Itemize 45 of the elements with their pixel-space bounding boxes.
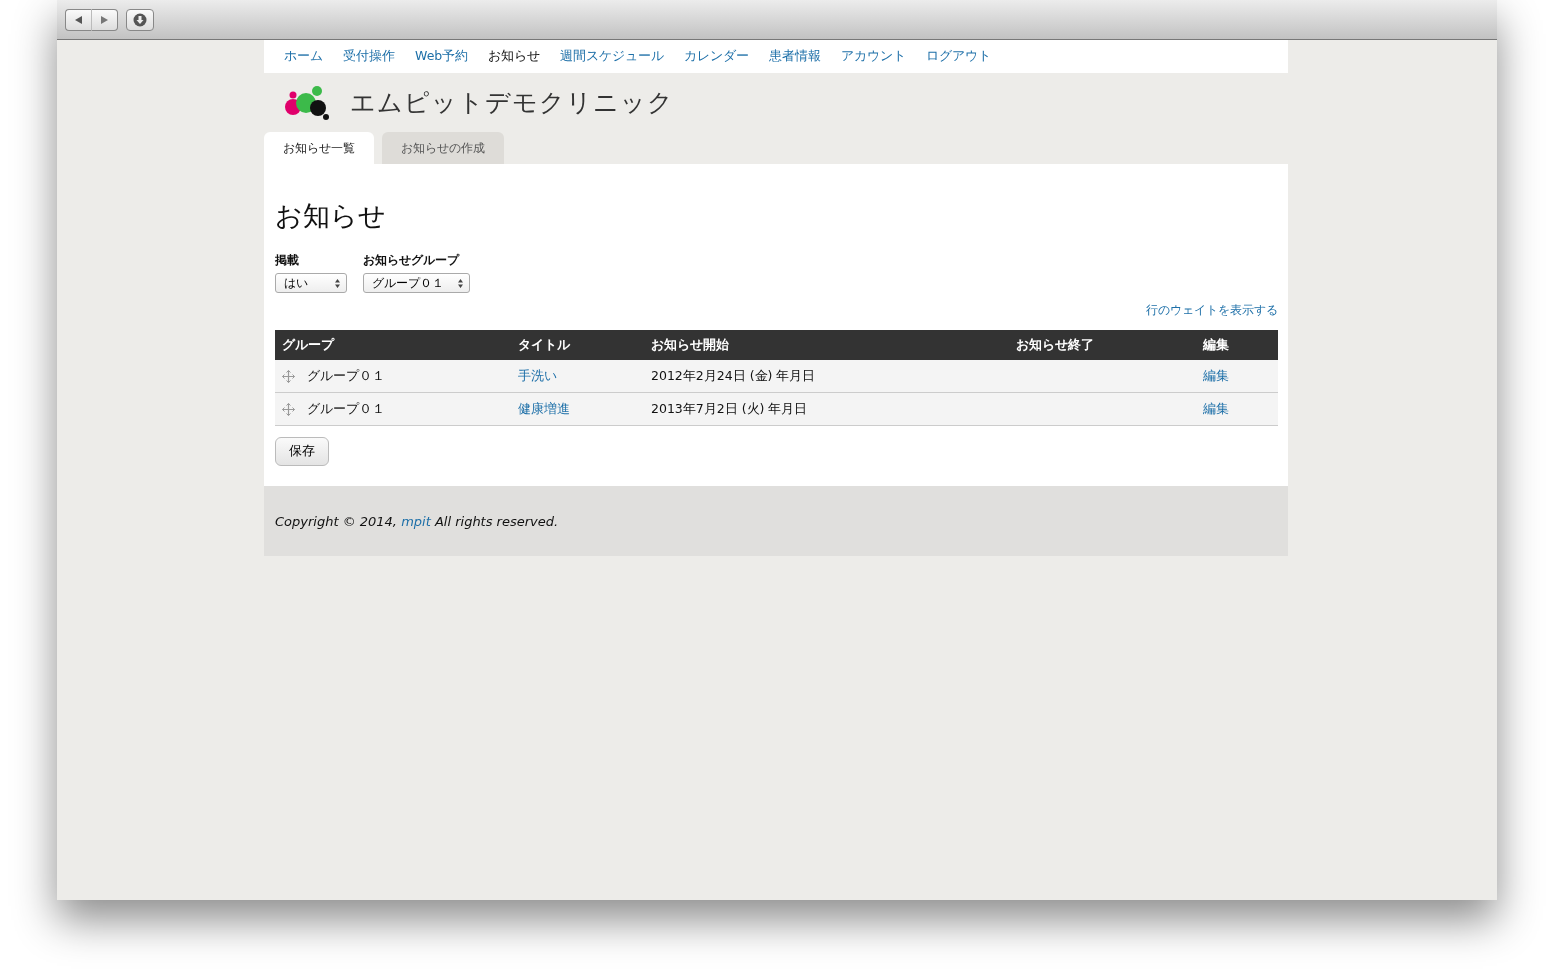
tab[interactable]: お知らせの作成 bbox=[382, 132, 504, 164]
logo-icon bbox=[284, 84, 332, 121]
nav-link[interactable]: 患者情報 bbox=[769, 48, 822, 65]
nav-link[interactable]: お知らせ bbox=[488, 48, 541, 65]
filter-label: 掲載 bbox=[275, 252, 300, 269]
nav-link[interactable]: カレンダー bbox=[684, 48, 750, 65]
edit-link[interactable]: 編集 bbox=[1203, 367, 1229, 383]
save-button[interactable]: 保存 bbox=[275, 437, 329, 466]
nav-link[interactable]: ログアウト bbox=[926, 48, 992, 65]
show-row-weights-link[interactable]: 行のウェイトを表示する bbox=[1146, 303, 1278, 318]
title-link[interactable]: 手洗い bbox=[518, 367, 557, 383]
page-heading: お知らせ bbox=[275, 199, 387, 233]
nav-link[interactable]: Web予約 bbox=[415, 48, 469, 65]
nav-link[interactable]: 週間スケジュール bbox=[560, 48, 665, 65]
column-header: 編集 bbox=[1203, 336, 1229, 352]
table-cell: 2012年2月24日 (金) 年月日 bbox=[651, 367, 816, 383]
table-cell: グループ０１ bbox=[307, 367, 385, 385]
forward-arrow-icon bbox=[101, 15, 108, 24]
column-header: お知らせ開始 bbox=[651, 336, 729, 352]
drag-handle-icon[interactable] bbox=[282, 402, 295, 416]
table-cell: 2013年7月2日 (火) 年月日 bbox=[651, 400, 808, 416]
nav-link[interactable]: 受付操作 bbox=[343, 48, 395, 65]
filter-dropdown[interactable]: はい bbox=[275, 273, 347, 293]
column-header: グループ bbox=[282, 336, 334, 352]
edit-link[interactable]: 編集 bbox=[1203, 400, 1229, 416]
site-name: エムピットデモクリニック bbox=[350, 87, 674, 119]
tab[interactable]: お知らせ一覧 bbox=[264, 132, 374, 164]
nav-link[interactable]: アカウント bbox=[841, 48, 907, 65]
download-button[interactable] bbox=[126, 8, 154, 31]
back-arrow-icon bbox=[75, 15, 82, 24]
updown-caret-icon bbox=[458, 278, 463, 288]
column-header: タイトル bbox=[518, 336, 570, 352]
back-button[interactable] bbox=[65, 8, 92, 31]
updown-caret-icon bbox=[335, 278, 340, 288]
filter-label: お知らせグループ bbox=[363, 252, 461, 269]
copyright-text: Copyright © 2014, mpit All rights reserved. bbox=[275, 513, 559, 529]
mpit-link[interactable]: mpit bbox=[401, 513, 431, 529]
filter-dropdown[interactable]: グループ０１ bbox=[363, 273, 470, 293]
table-cell: グループ０１ bbox=[307, 400, 385, 418]
nav-link[interactable]: ホーム bbox=[284, 48, 323, 65]
title-link[interactable]: 健康増進 bbox=[518, 400, 570, 416]
forward-button[interactable] bbox=[92, 8, 118, 31]
drag-handle-icon[interactable] bbox=[282, 369, 295, 383]
download-icon bbox=[133, 12, 147, 27]
column-header: お知らせ終了 bbox=[1016, 336, 1094, 352]
